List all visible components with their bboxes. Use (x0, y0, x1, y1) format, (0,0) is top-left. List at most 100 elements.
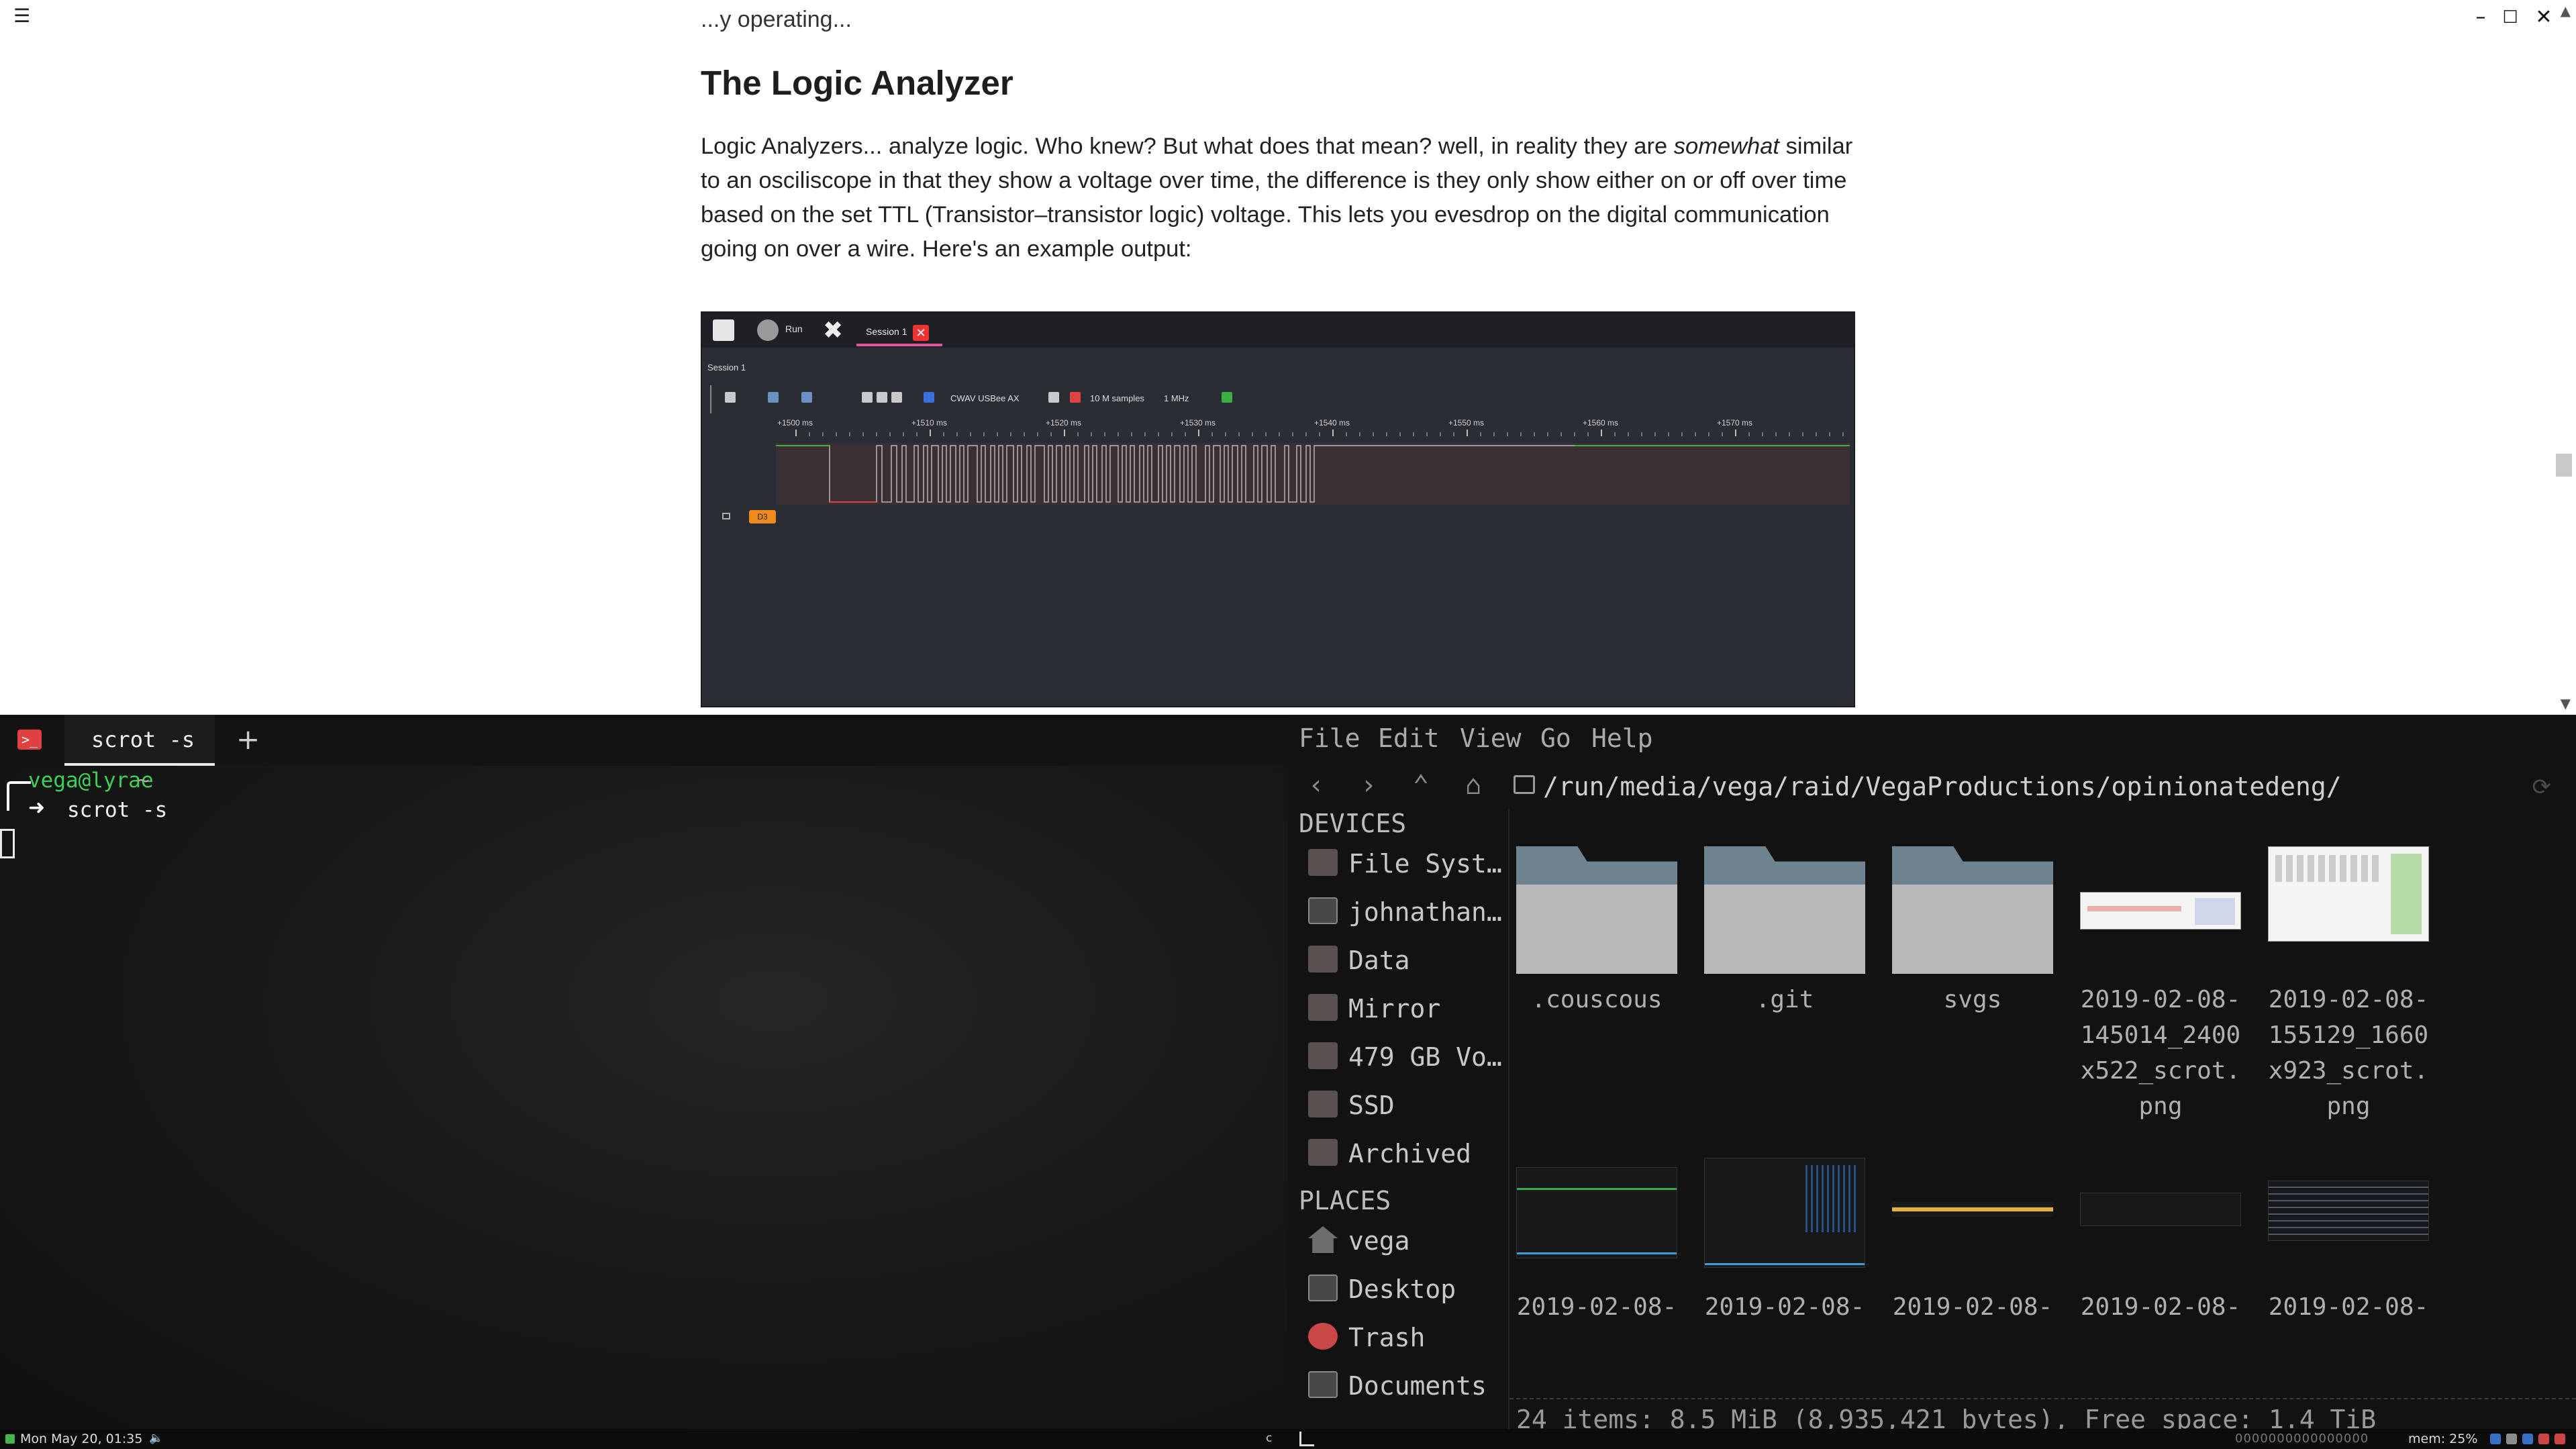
sidebar-item-device[interactable]: File Syst… (1308, 842, 1509, 883)
sidebar-item-label: File Syst… (1348, 849, 1502, 879)
la-session-close-icon: ✕ (913, 325, 929, 341)
sidebar-item-label: johnathan… (1348, 897, 1502, 927)
logic-analyzer-screenshot: Run ✖ Session 1 ✕ Session 1 CWAV USBee A… (701, 311, 1855, 707)
terminal-tab[interactable]: scrot -s (64, 715, 215, 766)
file-name: svgs (1943, 986, 2002, 1013)
drive-icon (1308, 994, 1338, 1021)
sidebar-item-label: Documents (1348, 1371, 1487, 1401)
volume-icon[interactable]: 🔈 (149, 1432, 163, 1445)
la-top-bar: Run ✖ Session 1 ✕ (702, 313, 1854, 348)
la-config-icon (1048, 392, 1059, 403)
back-arrow-icon[interactable]: ‹ (1296, 767, 1336, 803)
menu-view[interactable]: View (1460, 723, 1522, 753)
la-channel-icon (722, 513, 730, 519)
terminal-icon[interactable]: >_ (17, 730, 42, 750)
sidebar-item-label: Desktop (1348, 1275, 1456, 1304)
file-item[interactable]: svgs (1885, 809, 2060, 1117)
sidebar-item-place[interactable]: Documents (1308, 1364, 1509, 1405)
file-name: 2019-02-08- (2080, 1293, 2241, 1321)
la-save-icon (725, 392, 736, 403)
article-paragraph: Logic Analyzers... analyze logic. Who kn… (701, 130, 1856, 266)
file-grid: .couscous .git svgs 2019-02-08-145014_24… (1509, 809, 2576, 1399)
file-name: 2019-02-08- (1516, 1293, 1677, 1321)
la-session-tab-label: Session 1 (866, 326, 907, 337)
la-zoom-in-icon (862, 392, 873, 403)
menu-go[interactable]: Go (1540, 723, 1571, 753)
menu-icon[interactable]: ☰ (13, 7, 34, 26)
title-bar: ☰ – ☐ ✕ (0, 0, 2576, 34)
menu-help[interactable]: Help (1591, 723, 1653, 753)
sidebar-item-device[interactable]: 479 GB Vo… (1308, 1036, 1509, 1076)
sidebar: DEVICES File Syst… johnathan… Data Mirro… (1288, 809, 1509, 1430)
refresh-icon[interactable]: ⟳ (2532, 774, 2552, 801)
tray-icon[interactable] (2555, 1434, 2565, 1444)
minimize-button[interactable]: – (2467, 4, 2494, 31)
sidebar-item-place[interactable]: vega (1308, 1219, 1509, 1260)
sidebar-item-label: Archived (1348, 1139, 1472, 1168)
folder-icon (1516, 846, 1677, 974)
up-arrow-icon[interactable]: ⌃ (1401, 767, 1441, 803)
command-text[interactable]: scrot -s (67, 798, 167, 822)
sidebar-item-device[interactable]: johnathan… (1308, 891, 1509, 931)
network-icon[interactable] (2490, 1434, 2501, 1444)
forward-arrow-icon[interactable]: › (1348, 767, 1389, 803)
scroll-up-arrow-icon[interactable]: ▲ (2561, 3, 2571, 19)
la-run-icon (757, 319, 779, 341)
file-name: 2019-02-08-155129_1660x923_scrot.png (2268, 986, 2429, 1120)
la-app-icon (713, 319, 734, 341)
scroll-down-arrow-icon[interactable]: ▼ (2561, 695, 2571, 711)
la-device-select: CWAV USBee AX (950, 393, 1020, 403)
la-tools-icon: ✖ (823, 316, 844, 344)
sidebar-item-device[interactable]: Mirror (1308, 987, 1509, 1028)
drive-icon (1308, 946, 1338, 972)
image-thumbnail (1704, 1158, 1865, 1268)
file-item[interactable]: 2019-02-08- (1697, 1138, 1872, 1339)
file-name: 2019-02-08- (1704, 1293, 1865, 1321)
maximize-button[interactable]: ☐ (2497, 4, 2524, 31)
sidebar-item-place[interactable]: Desktop (1308, 1268, 1509, 1308)
file-item[interactable]: 2019-02-08- (1509, 1138, 1684, 1339)
la-time-tick-label: +1520 ms (1046, 418, 1081, 428)
tray-icon[interactable] (2522, 1434, 2533, 1444)
image-thumbnail (2268, 846, 2429, 942)
clock-icon (5, 1434, 15, 1444)
scrollbar-thumb[interactable] (2556, 454, 2572, 477)
bluetooth-icon[interactable] (2506, 1434, 2517, 1444)
folder-icon (1704, 846, 1865, 974)
sidebar-item-label: Mirror (1348, 994, 1441, 1023)
la-time-tick-label: +1570 ms (1717, 418, 1752, 428)
status-text: 24 items: 8.5 MiB (8,935,421 bytes), Fre… (1516, 1405, 2377, 1430)
file-item[interactable]: .git (1697, 809, 1872, 1117)
path-text[interactable]: /run/media/vega/raid/VegaProductions/opi… (1543, 772, 2342, 801)
clock: Mon May 20, 01:35 (20, 1432, 143, 1446)
la-rate-select: 1 MHz (1164, 393, 1189, 403)
la-zoom-fit-icon (891, 392, 902, 403)
image-thumbnail (2080, 892, 2241, 930)
file-item[interactable]: 2019-02-08- (1885, 1138, 2060, 1339)
image-thumbnail (1892, 1202, 2053, 1217)
cpu-graph: 0000000000000000 (2235, 1432, 2369, 1446)
la-session-title: Session 1 (707, 362, 746, 372)
file-item[interactable]: 2019-02-08- (2261, 1138, 2436, 1339)
file-item[interactable]: .couscous (1509, 809, 1684, 1117)
home-icon[interactable]: ⌂ (1453, 767, 1493, 803)
file-item[interactable]: 2019-02-08-145014_2400x522_scrot.png (2073, 809, 2248, 1120)
sidebar-item-place[interactable]: Trash (1308, 1316, 1509, 1356)
terminal-tab-bar: >_ scrot -s + (0, 715, 1288, 766)
file-item[interactable]: 2019-02-08-155129_1660x923_scrot.png (2261, 809, 2436, 1120)
file-item[interactable]: 2019-02-08- (2073, 1138, 2248, 1339)
sidebar-item-device[interactable]: SSD (1308, 1084, 1509, 1124)
close-button[interactable]: ✕ (2530, 4, 2557, 31)
menu-file[interactable]: File (1299, 723, 1360, 753)
sidebar-item-device[interactable]: Data (1308, 939, 1509, 979)
folder-icon (1892, 846, 2053, 974)
sidebar-item-device[interactable]: Archived (1308, 1132, 1509, 1172)
path-bar[interactable]: /run/media/vega/raid/VegaProductions/opi… (1509, 768, 2563, 805)
workspace-indicator[interactable]: c (1266, 1432, 1272, 1445)
tray-icon[interactable] (2538, 1434, 2549, 1444)
desktop-icon (1308, 1275, 1338, 1301)
menu-edit[interactable]: Edit (1378, 723, 1440, 753)
la-time-tick-label: +1540 ms (1314, 418, 1350, 428)
la-channel-label: D3 (749, 510, 776, 523)
new-tab-button[interactable]: + (236, 723, 260, 756)
